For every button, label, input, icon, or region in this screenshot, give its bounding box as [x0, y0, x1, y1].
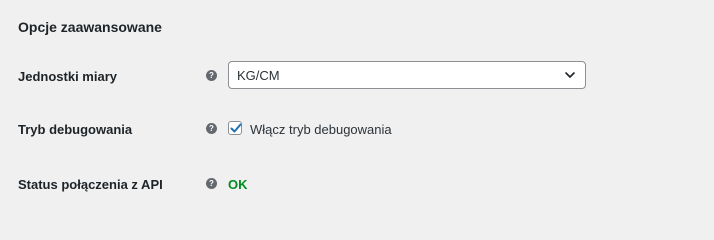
help-icon[interactable]: ? [206, 70, 217, 81]
chevron-down-icon [565, 72, 575, 78]
api-status-label: Status połączenia z API [18, 176, 163, 192]
debug-label: Tryb debugowania [18, 121, 133, 137]
api-status-row: Status połączenia z API ? OK [0, 169, 714, 199]
checkmark-icon [230, 123, 242, 133]
units-selected-value: KG/CM [237, 67, 280, 83]
debug-row: Tryb debugowania ? Włącz tryb debugowani… [0, 114, 714, 144]
help-icon[interactable]: ? [206, 123, 217, 134]
units-label: Jednostki miary [18, 68, 117, 84]
units-select[interactable]: KG/CM [228, 61, 586, 89]
debug-checkbox-label[interactable]: Włącz tryb debugowania [250, 114, 392, 144]
status-badge: OK [228, 176, 248, 192]
section-title: Opcje zaawansowane [18, 19, 162, 35]
debug-checkbox[interactable] [228, 121, 242, 135]
units-row: Jednostki miary ? KG/CM [0, 61, 714, 91]
help-icon[interactable]: ? [206, 178, 217, 189]
